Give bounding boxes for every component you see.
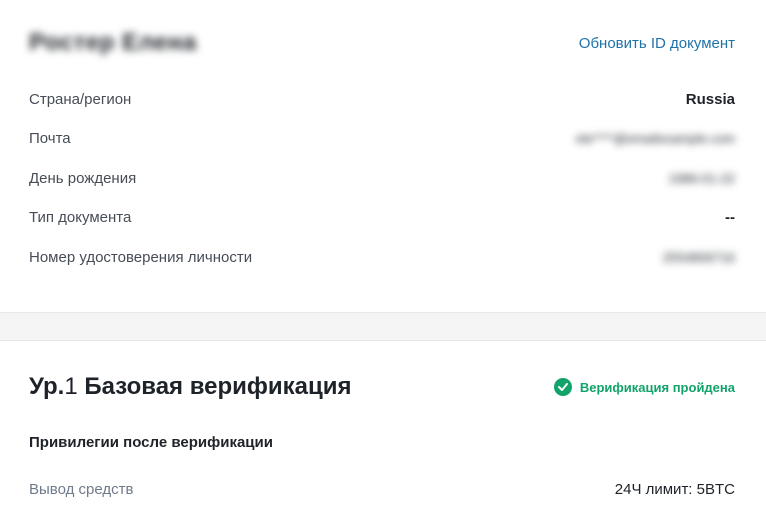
level-prefix: Ур. [29,373,65,400]
info-row-country: Страна/регион Russia [29,87,735,111]
verification-level-header: Ур.1 Базовая верификация Верификация про… [29,370,735,404]
country-label: Страна/регион [29,90,132,108]
country-value: Russia [685,90,735,108]
level-name: Базовая верификация [77,373,352,400]
verification-status-badge: Верификация пройдена [553,378,735,396]
privilege-row-withdrawal: Вывод средств 24Ч лимит: 5BTC [29,478,735,500]
withdrawal-label: Вывод средств [29,480,134,498]
document-type-value: -- [725,208,735,226]
level-title: Ур.1 Базовая верификация [29,373,352,401]
info-row-document-type: Тип документа -- [29,205,735,229]
email-label: Почта [29,129,71,147]
identity-card: Ростер Елена Обновить ID документ Страна… [0,0,766,313]
id-number-value: 2554806716 [662,249,735,265]
privileges-title: Привилегии после верификации [29,434,273,451]
withdrawal-limit-value: 24Ч лимит: 5BTC [614,480,735,498]
info-row-birthday: День рождения 1986-01-22 [29,166,735,190]
update-id-document-link[interactable]: Обновить ID документ [579,35,735,52]
identity-header: Ростер Елена Обновить ID документ [29,28,735,58]
email-value: ele****@emailexample.com [575,130,735,146]
info-row-id-number: Номер удостоверения личности 2554806716 [29,245,735,269]
document-type-label: Тип документа [29,208,132,226]
id-number-label: Номер удостоверения личности [29,248,253,266]
level-number: 1 [64,373,78,400]
birthday-value: 1986-01-22 [668,170,736,186]
check-circle-icon [553,378,572,396]
birthday-label: День рождения [29,169,137,187]
info-row-email: Почта ele****@emailexample.com [29,126,735,150]
verification-status-text: Верификация пройдена [579,379,735,395]
user-name: Ростер Елена [29,29,197,56]
